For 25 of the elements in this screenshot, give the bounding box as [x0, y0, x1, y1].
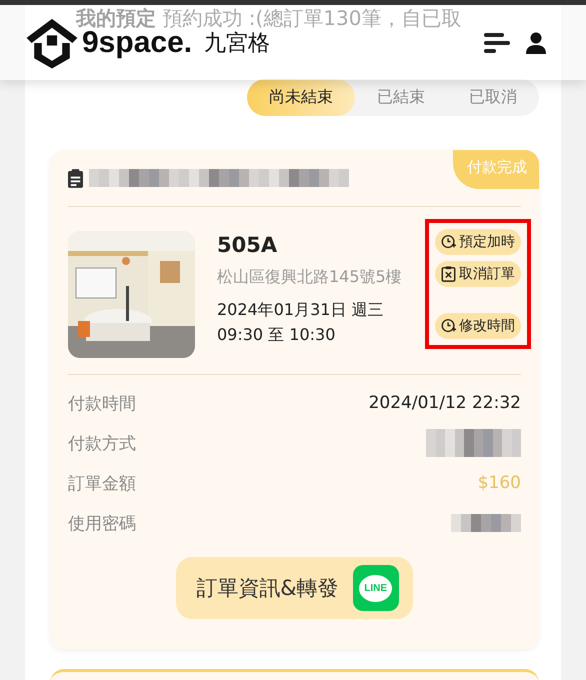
clock-plus-icon: [441, 234, 456, 250]
document-icon: [68, 168, 83, 188]
status-badge: 付款完成: [453, 150, 539, 189]
action-button[interactable]: 取消訂單: [435, 261, 521, 287]
booking-time: 09:30 至 10:30: [217, 325, 336, 346]
status-tab[interactable]: 尚未結束: [247, 79, 355, 116]
clock-plus-icon: [441, 318, 456, 334]
room-name: 505A: [217, 233, 278, 257]
clipboard-x-icon: [441, 266, 456, 282]
action-button[interactable]: 修改時間: [435, 313, 521, 339]
brand-chinese-name: 九宮格: [204, 30, 270, 58]
booking-date: 2024年01月31日 週三: [217, 300, 385, 321]
detail-label: 付款方式: [68, 432, 136, 454]
share-order-button[interactable]: 訂單資訊&轉發 LINE: [176, 557, 413, 619]
detail-label: 付款時間: [68, 392, 136, 414]
room-address: 松山區復興北路145號5樓: [217, 267, 403, 288]
detail-value: 2024/01/12 22:32: [368, 393, 521, 413]
order-amount: $160: [478, 473, 521, 493]
menu-icon[interactable]: [484, 32, 510, 54]
action-button[interactable]: 預定加時: [435, 229, 521, 255]
user-icon[interactable]: [526, 32, 546, 54]
detail-label: 訂單金額: [68, 472, 136, 494]
line-logo-icon: LINE: [352, 565, 399, 611]
redacted-value: [451, 514, 521, 532]
detail-label: 使用密碼: [68, 512, 136, 534]
